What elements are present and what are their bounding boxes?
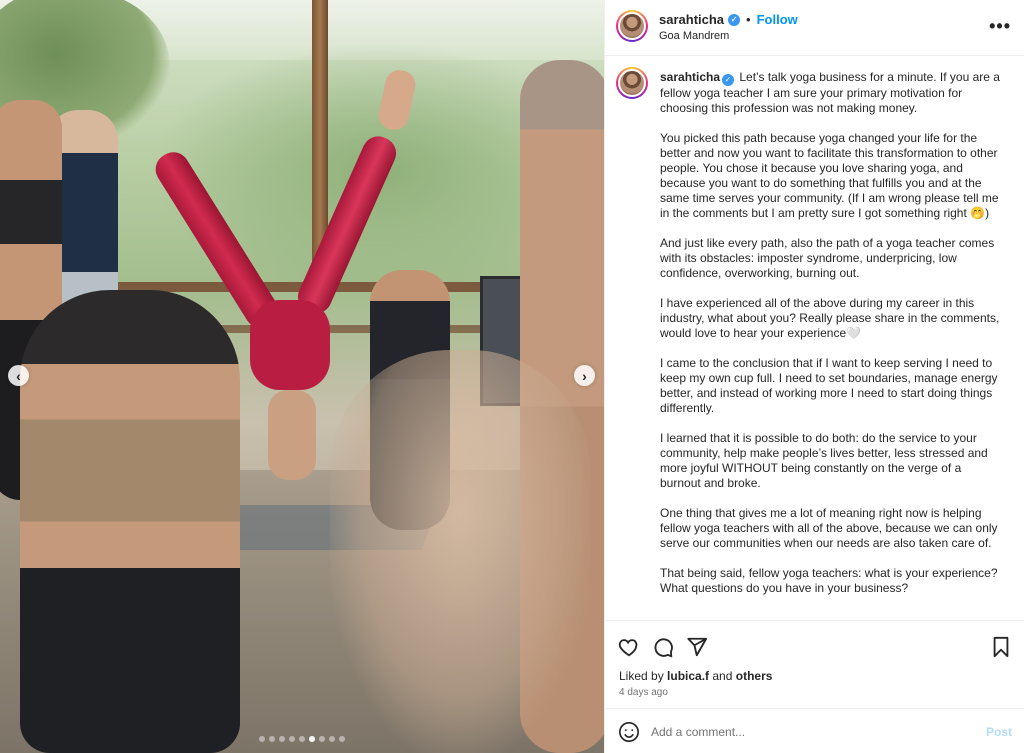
follow-button[interactable]: Follow [757, 12, 798, 27]
carousel-dot [319, 736, 325, 742]
caption-paragraph: That being said, fellow yoga teachers: w… [660, 565, 998, 595]
photo-blurred-foreground [330, 350, 590, 753]
carousel-dot [329, 736, 335, 742]
comment-bar: Post [605, 708, 1024, 753]
likes-and: and [709, 669, 736, 683]
caption-area: sarahticha ✓ Let’s talk yoga business for… [605, 57, 1024, 619]
caption-username[interactable]: sarahticha [660, 70, 720, 84]
author-avatar[interactable] [616, 10, 648, 42]
caption-avatar[interactable] [616, 67, 648, 99]
carousel-next-button[interactable]: › [574, 365, 595, 386]
post-header: sarahticha ✓ • Follow Goa Mandrem ••• [605, 0, 1024, 56]
emoji-icon[interactable] [618, 721, 640, 743]
carousel-indicator [0, 736, 604, 742]
caption-text: sarahticha ✓ Let’s talk yoga business for… [660, 70, 1005, 611]
likes-prefix: Liked by [619, 669, 668, 683]
comment-input[interactable] [651, 722, 971, 742]
photo-person-foreground [20, 290, 240, 753]
more-options-icon[interactable]: ••• [989, 16, 1011, 37]
post-media[interactable]: ‹ › [0, 0, 604, 753]
carousel-dot [299, 736, 305, 742]
share-icon[interactable] [685, 635, 709, 659]
verified-badge-icon: ✓ [722, 73, 735, 86]
post-timestamp[interactable]: 4 days ago [619, 687, 668, 698]
carousel-dot [279, 736, 285, 742]
caption-paragraph: And just like every path, also the path … [660, 235, 995, 280]
carousel-dot [289, 736, 295, 742]
post-comment-button[interactable]: Post [986, 725, 1012, 739]
verified-badge-icon: ✓ [728, 13, 741, 26]
photo-headstand-torso [268, 390, 316, 480]
likes-summary: Liked by lubica.f and others [619, 669, 772, 683]
carousel-prev-button[interactable]: ‹ [8, 365, 29, 386]
author-username[interactable]: sarahticha [659, 12, 724, 27]
caption-paragraph: I came to the conclusion that if I want … [660, 355, 998, 415]
liked-by-user[interactable]: lubica.f [667, 669, 709, 683]
carousel-dot [269, 736, 275, 742]
caption-paragraph: I learned that it is possible to do both… [660, 430, 988, 490]
caption-paragraph: You picked this path because yoga change… [660, 130, 999, 220]
post-actions: Liked by lubica.f and others 4 days ago [605, 620, 1024, 720]
heart-icon[interactable] [617, 635, 641, 659]
carousel-dot [309, 736, 315, 742]
liked-by-others[interactable]: others [736, 669, 773, 683]
bookmark-icon[interactable] [989, 635, 1013, 659]
carousel-dot [339, 736, 345, 742]
carousel-dot [259, 736, 265, 742]
comment-icon[interactable] [651, 635, 675, 659]
post-location[interactable]: Goa Mandrem [659, 30, 729, 42]
caption-paragraph: I have experienced all of the above duri… [660, 295, 1000, 340]
separator-dot: • [746, 12, 751, 27]
caption-paragraph: One thing that gives me a lot of meaning… [660, 505, 998, 550]
post-panel: sarahticha ✓ • Follow Goa Mandrem ••• sa… [604, 0, 1024, 753]
photo-headstand-hips [250, 300, 330, 390]
